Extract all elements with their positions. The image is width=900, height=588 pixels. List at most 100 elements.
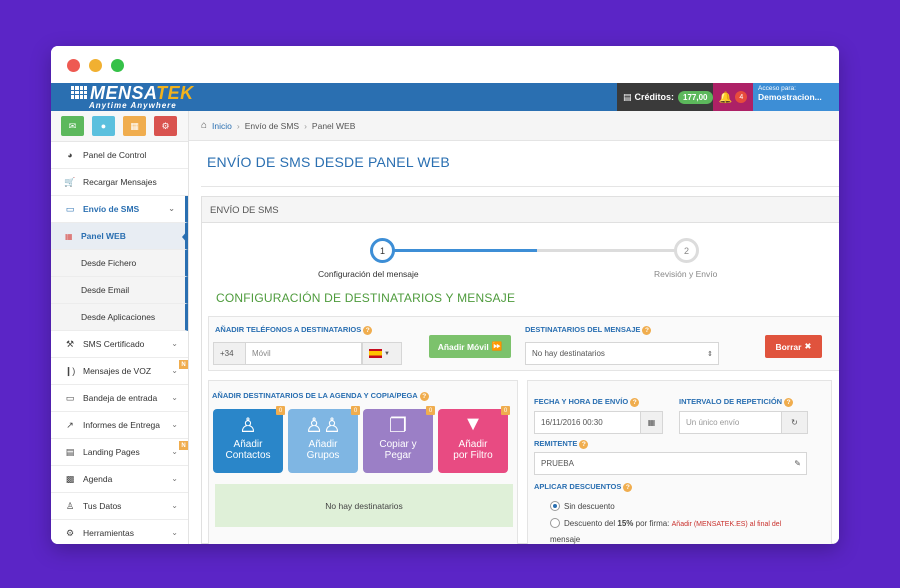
radio-no-discount[interactable] xyxy=(550,501,560,511)
credits-indicator[interactable]: ▤ Créditos: 177,00 xyxy=(617,83,713,111)
chevron-down-icon: ⌄ xyxy=(171,447,178,456)
chevron-down-icon: ⌄ xyxy=(171,420,178,429)
panel-title: ENVÍO DE SMS xyxy=(202,197,839,223)
sidebar-item-label: Envío de SMS xyxy=(83,204,140,214)
minimize-window-button[interactable] xyxy=(89,59,102,72)
circle-icon[interactable]: ● xyxy=(92,116,115,136)
sidebar-item-label: Mensajes de VOZ xyxy=(83,366,152,376)
sidebar-subitem-label: Desde Fichero xyxy=(81,258,137,268)
window-chrome xyxy=(51,46,839,83)
envelope-icon[interactable]: ✉ xyxy=(61,116,84,136)
user-icon: ♙ xyxy=(239,415,257,437)
interval-input[interactable]: Un único envío xyxy=(679,411,782,434)
sidebar-item-herramientas[interactable]: ⚙ Herramientas ⌄ xyxy=(51,520,188,544)
chevron-down-icon: ⌄ xyxy=(171,528,178,537)
mensatek-logo[interactable]: MENSATEK Anytime Anywhere xyxy=(71,83,218,110)
sidebar-item-landing[interactable]: ▤ Landing Pages ⌄ N xyxy=(51,439,188,466)
chevron-down-icon: ⌄ xyxy=(171,366,178,375)
chevron-down-icon: ⌄ xyxy=(171,339,178,348)
no-discount-label: Sin descuento xyxy=(564,502,615,511)
credits-value: 177,00 xyxy=(678,90,713,104)
recipients-select[interactable]: No hay destinatarios ⇕ xyxy=(525,342,719,365)
tile-line2: Pegar xyxy=(384,450,412,461)
chevron-right-icon: › xyxy=(304,120,307,131)
spain-flag-icon xyxy=(369,349,382,358)
sidebar-item-bandeja[interactable]: ▭ Bandeja de entrada ⌄ xyxy=(51,385,188,412)
sidebar-subitem-label: Desde Aplicaciones xyxy=(81,312,156,322)
wizard-stepper: 1 2 Configuración del mensaje Revisión y… xyxy=(202,238,839,288)
sidebar-item-envio-sms[interactable]: ▭ Envío de SMS ⌄ xyxy=(51,196,188,223)
copy-icon: ❐ xyxy=(389,415,407,437)
sidebar-item-label: Herramientas xyxy=(83,528,135,538)
add-contacts-tile[interactable]: ♙ Añadir Contactos 0 xyxy=(213,406,285,473)
copy-paste-tile[interactable]: ❐ Copiar y Pegar 0 xyxy=(363,406,435,473)
main-content: ⌂ Inicio › Envío de SMS › Panel WEB ENVÍ… xyxy=(189,111,839,544)
notifications-button[interactable]: 🔔 4 xyxy=(713,83,753,111)
discount-label: APLICAR DESCUENTOS? xyxy=(534,482,633,492)
sidebar-item-panel-control[interactable]: ◕ Panel de Control xyxy=(51,142,188,169)
sidebar-subitem-panel-web[interactable]: ▦ Panel WEB xyxy=(51,223,188,250)
logo-grid-icon xyxy=(71,86,87,99)
step-1-circle[interactable]: 1 xyxy=(370,238,395,263)
quick-buttons: ✉ ● ▦ ⚙ xyxy=(51,111,188,142)
chevron-down-icon: ⌄ xyxy=(168,204,175,213)
add-groups-tile[interactable]: ♙♙ Añadir Grupos 0 xyxy=(288,406,360,473)
users-cog-icon[interactable]: ⚙ xyxy=(154,116,177,136)
tile-line1: Añadir xyxy=(308,439,338,450)
account-menu[interactable]: Acceso para: Demostracion... xyxy=(753,83,839,111)
credits-icon: ▤ xyxy=(623,91,632,102)
filter-tile[interactable]: ▼ Añadir por Filtro 0 xyxy=(438,406,510,473)
add-mobile-button[interactable]: Añadir Móvil ⏩ xyxy=(429,335,511,358)
sidebar: ✉ ● ▦ ⚙ ◕ Panel de Control 🛒 Recargar Me… xyxy=(51,111,189,544)
sidebar-subitem-fichero[interactable]: Desde Fichero xyxy=(51,250,188,277)
users-icon: ♙♙ xyxy=(305,415,341,437)
sidebar-subitem-email[interactable]: Desde Email xyxy=(51,277,188,304)
help-icon: ? xyxy=(363,325,373,335)
sidebar-item-sms-certificado[interactable]: ⚒ SMS Certificado ⌄ xyxy=(51,331,188,358)
date-input[interactable]: 16/11/2016 00:30 xyxy=(534,411,641,434)
tile-line1: Añadir xyxy=(458,439,488,450)
chevron-down-icon: ⌄ xyxy=(171,501,178,510)
tile-line1: Copiar y xyxy=(379,439,417,450)
step-progress-line xyxy=(382,249,537,252)
sidebar-submenu: ▦ Panel WEB Desde Fichero Desde Email De… xyxy=(51,223,188,331)
delete-button[interactable]: Borrar ✖ xyxy=(765,335,822,358)
recipients-label: DESTINATARIOS DEL MENSAJE? xyxy=(525,325,652,335)
sidebar-item-voz[interactable]: ❙) Mensajes de VOZ ⌄ N xyxy=(51,358,188,385)
step-2-circle[interactable]: 2 xyxy=(674,238,699,263)
home-icon: ⌂ xyxy=(201,120,208,131)
add-phones-label: AÑADIR TELÉFONOS A DESTINATARIOS? xyxy=(215,325,373,335)
refresh-icon[interactable]: ↻ xyxy=(781,411,808,434)
logo-tagline: Anytime Anywhere xyxy=(89,101,177,110)
sidebar-item-agenda[interactable]: ▩ Agenda ⌄ xyxy=(51,466,188,493)
sidebar-item-label: Recargar Mensajes xyxy=(83,177,157,187)
chevron-down-icon: ⌄ xyxy=(171,393,178,402)
sidebar-item-recargar[interactable]: 🛒 Recargar Mensajes xyxy=(51,169,188,196)
select-arrows-icon: ⇕ xyxy=(707,350,713,358)
breadcrumb-envio-sms[interactable]: Envío de SMS xyxy=(245,121,299,131)
close-icon: ✖ xyxy=(804,341,812,351)
schedule-box: FECHA Y HORA DE ENVÍO? 16/11/2016 00:30 … xyxy=(527,380,832,544)
maximize-window-button[interactable] xyxy=(111,59,124,72)
calendar-icon[interactable]: ▦ xyxy=(640,411,663,434)
sidebar-item-informes[interactable]: ↗ Informes de Entrega ⌄ xyxy=(51,412,188,439)
close-window-button[interactable] xyxy=(67,59,80,72)
cart-icon: 🛒 xyxy=(64,176,76,187)
breadcrumb-inicio[interactable]: Inicio xyxy=(212,121,232,131)
radio-discount-15[interactable] xyxy=(550,518,560,528)
sidebar-subitem-aplicaciones[interactable]: Desde Aplicaciones xyxy=(51,304,188,331)
sidebar-item-label: Agenda xyxy=(83,474,113,484)
chevron-right-icon: › xyxy=(236,120,240,131)
mobile-input[interactable]: Móvil xyxy=(245,342,362,365)
sidebar-item-tus-datos[interactable]: ♙ Tus Datos ⌄ xyxy=(51,493,188,520)
country-select[interactable]: ▼ xyxy=(362,342,402,365)
tile-count: 0 xyxy=(351,406,360,415)
agenda-label: AÑADIR DESTINATARIOS DE LA AGENDA Y COPI… xyxy=(212,391,429,401)
country-prefix: +34 xyxy=(213,342,246,365)
interval-label: INTERVALO DE REPETICIÓN? xyxy=(679,397,794,407)
sender-input[interactable]: PRUEBA ✎ xyxy=(534,452,807,475)
gift-icon[interactable]: ▦ xyxy=(123,116,146,136)
sidebar-item-label: Panel de Control xyxy=(83,150,147,160)
new-badge: N xyxy=(179,441,188,450)
briefcase-icon: ▩ xyxy=(65,473,75,484)
